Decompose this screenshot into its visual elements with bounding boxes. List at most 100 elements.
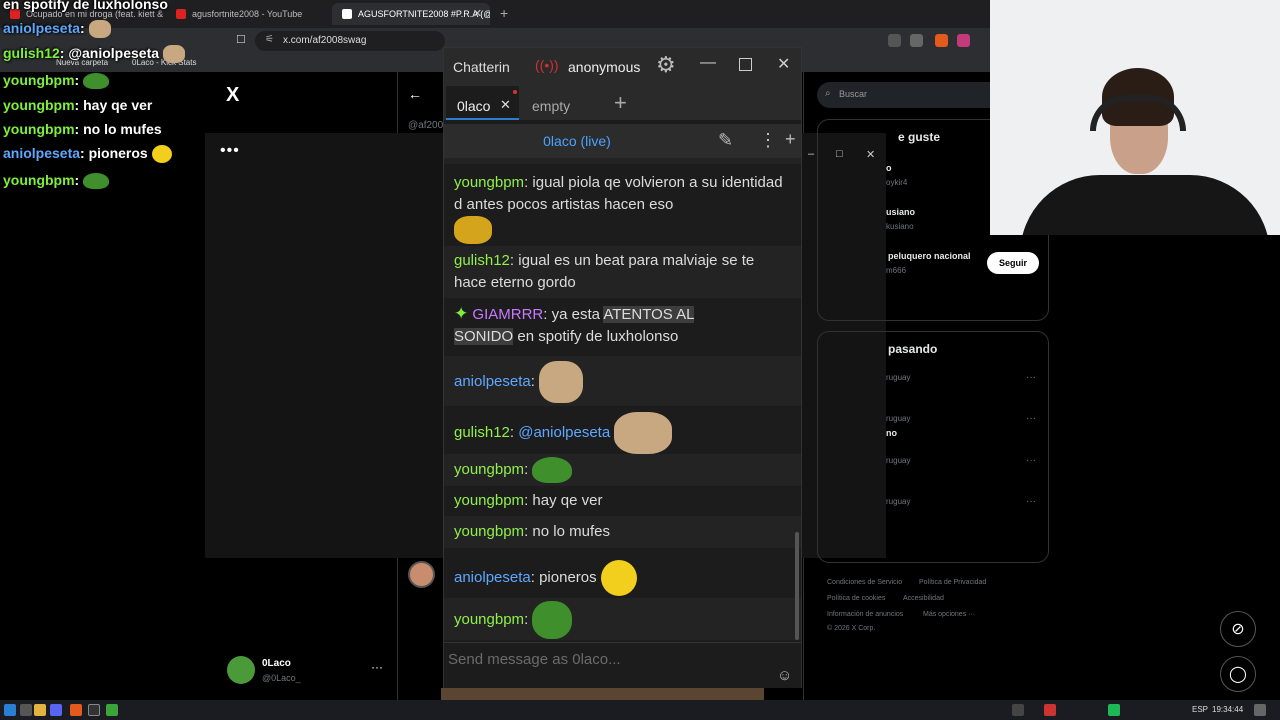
trending-panel <box>817 331 1049 563</box>
avatar[interactable] <box>227 656 255 684</box>
trend-name[interactable]: no <box>886 428 897 438</box>
discord-icon[interactable] <box>50 704 62 716</box>
brave-icon[interactable] <box>70 704 82 716</box>
url-field[interactable]: ⚟ x.com/af2008swag <box>255 31 445 51</box>
chat-message: gulish12: igual es un beat para malviaje… <box>454 252 755 291</box>
channel-header: 0laco (live) ✎ ⋮ + <box>444 124 801 158</box>
close-tab-icon[interactable]: ✕ <box>473 7 482 20</box>
minimize-icon[interactable]: — <box>700 54 716 72</box>
gear-icon[interactable]: ⚙ <box>656 52 676 78</box>
chat-message: aniolpeseta: <box>454 360 784 404</box>
footer-link[interactable]: Información de anuncios <box>827 611 903 618</box>
tab-empty[interactable]: empty <box>532 98 570 114</box>
start-icon[interactable] <box>4 704 16 716</box>
spotify-icon[interactable] <box>1108 704 1120 716</box>
scrollbar[interactable] <box>795 532 799 640</box>
overlay-text: en spotify de luxholonso <box>3 0 168 12</box>
emote-pepe-icon <box>83 73 110 90</box>
notifications-icon[interactable] <box>1254 704 1266 716</box>
footer-link[interactable]: Más opciones ··· <box>923 611 975 618</box>
suggestion-name[interactable]: usiano <box>886 207 915 217</box>
trend-more-icon[interactable]: ··· <box>1026 496 1036 507</box>
emote-icon <box>454 216 492 244</box>
new-tab-button[interactable]: + <box>500 5 508 21</box>
trend-context: ruguay <box>886 414 911 423</box>
footer-link[interactable]: Accesibilidad <box>903 595 944 602</box>
profile-handle: @af200 <box>408 120 444 131</box>
overlay-chat-line: youngbpm: <box>3 172 110 190</box>
suggestion-name[interactable]: o <box>886 163 892 173</box>
search-input[interactable]: ⌕ Buscar <box>817 82 1007 108</box>
grok-icon[interactable]: ⊘ <box>1220 611 1256 647</box>
overlay-chat-line: youngbpm: hay qe ver <box>3 97 153 113</box>
emote-cat-icon <box>539 361 584 404</box>
account-menu-icon[interactable]: ··· <box>371 660 383 674</box>
trend-more-icon[interactable]: ··· <box>1026 413 1036 424</box>
close-tab-icon[interactable]: ✕ <box>500 97 511 113</box>
tray-icon[interactable] <box>1012 704 1024 716</box>
brave-shield-icon[interactable] <box>935 34 948 47</box>
screen-icon[interactable] <box>888 34 901 47</box>
maximize-icon[interactable] <box>739 58 752 71</box>
trend-context: ruguay <box>886 456 911 465</box>
messages-icon[interactable]: ◯ <box>1220 656 1256 692</box>
chatterino-icon[interactable] <box>106 704 118 716</box>
panel-title: pasando <box>888 342 938 356</box>
clock[interactable]: 19:34:44 <box>1212 705 1243 714</box>
keyboard-language[interactable]: ESP <box>1192 705 1208 714</box>
browser-tab-active[interactable]: AGUSFORTNITE2008 #P.R.A (@a ✕ <box>332 3 490 25</box>
emote-cat-icon <box>614 412 673 455</box>
badge-icon: ✦ <box>454 304 469 323</box>
trend-context: ruguay <box>886 497 911 506</box>
trend-context: ruguay <box>886 373 911 382</box>
channel-title[interactable]: 0laco (live) <box>444 133 710 149</box>
trend-more-icon[interactable]: ··· <box>1026 372 1036 383</box>
footer-link[interactable]: Política de Privacidad <box>919 579 986 586</box>
footer-link[interactable]: Condiciones de Servicio <box>827 579 902 586</box>
overlay-chat-line: aniolpeseta: pioneros <box>3 145 172 164</box>
chat-message: ✦ GIAMRRR: ya esta ATENTOS AL SONIDO en s… <box>454 304 695 345</box>
overlay-chat-line: gulish12: @aniolpeseta <box>3 45 185 64</box>
live-dot-icon <box>513 90 517 94</box>
tab-0laco[interactable]: 0laco ✕ <box>446 86 519 120</box>
emote-smile-icon <box>151 145 172 164</box>
x-logo-icon <box>342 9 352 19</box>
chatterino-titlebar: Chatterin ((•)) anonymous ⚙ — ✕ <box>444 48 801 84</box>
add-split-button[interactable]: + <box>785 129 796 150</box>
footer-link[interactable]: Política de cookies <box>827 595 885 602</box>
message-input[interactable]: Send message as 0laco... ☺ <box>444 642 801 688</box>
suggestion-handle: oykir4 <box>886 178 908 187</box>
tray-icon[interactable] <box>1044 704 1056 716</box>
moderation-icon[interactable]: ✎ <box>718 130 733 151</box>
bookmark-icon[interactable]: ☐ <box>236 33 246 46</box>
suggestion-handle: kusiano <box>886 222 914 231</box>
chatterino-tab-bar: 0laco ✕ empty + <box>444 84 801 120</box>
browser-tab[interactable]: agusfortnite2008 - YouTube <box>166 3 332 25</box>
more-icon[interactable]: ••• <box>220 142 240 160</box>
add-tab-button[interactable]: + <box>614 90 627 116</box>
emote-pepe-icon <box>532 601 573 640</box>
site-info-icon[interactable]: ⚟ <box>265 34 274 45</box>
avatar[interactable] <box>408 561 435 588</box>
screen: Ocupado en mi droga (feat. kiett & agusf… <box>0 0 1280 720</box>
more-menu-icon[interactable]: ⋮ <box>759 130 777 151</box>
chat-message: aniolpeseta: pioneros <box>454 558 784 598</box>
rewards-icon[interactable] <box>957 34 970 47</box>
close-icon[interactable]: ✕ <box>777 54 790 74</box>
follow-button[interactable]: Seguir <box>987 252 1039 274</box>
suggestion-name[interactable]: peluquero nacional <box>888 251 971 261</box>
trend-more-icon[interactable]: ··· <box>1026 455 1036 466</box>
file-explorer-icon[interactable] <box>34 704 46 716</box>
minimize-icon[interactable]: – <box>808 148 814 160</box>
overlay-chat-line: youngbpm: no lo mufes <box>3 121 162 137</box>
back-arrow-icon[interactable]: ← <box>408 86 422 102</box>
search-icon[interactable] <box>20 704 32 716</box>
emoji-icon[interactable]: ☺ <box>777 667 792 684</box>
account-switcher[interactable]: anonymous <box>568 59 640 75</box>
x-logo-icon[interactable]: X <box>226 84 239 107</box>
chat-messages: youngbpm: igual piola qe volvieron a su … <box>444 158 801 640</box>
suggestion-handle: m666 <box>886 266 907 275</box>
overlay-chat-line: aniolpeseta: <box>3 20 111 39</box>
share-icon[interactable] <box>910 34 923 47</box>
obs-icon[interactable] <box>88 704 100 716</box>
